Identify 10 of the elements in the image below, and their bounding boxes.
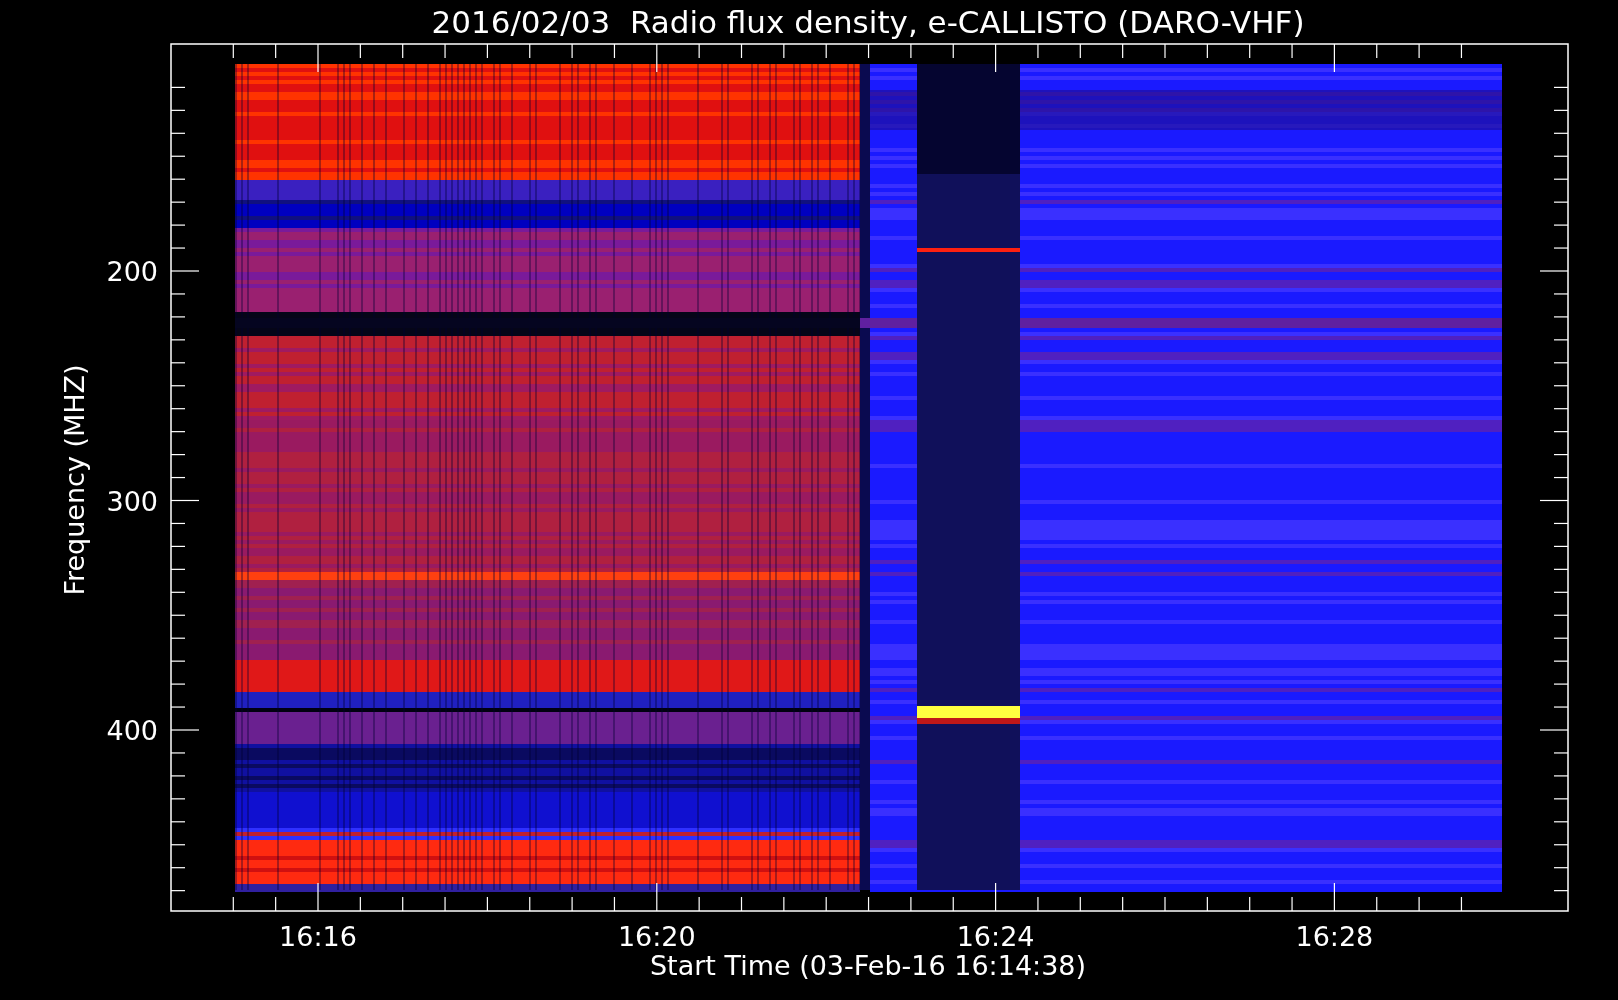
y-axis-label: Frequency (MHZ) [59,364,90,596]
y-tick-label: 200 [106,256,158,287]
y-tick-label: 400 [106,715,158,746]
x-tick-label: 16:24 [956,921,1035,952]
y-tick-label: 300 [106,485,158,517]
x-tick-label: 16:28 [1295,921,1374,952]
x-axis-label: Start Time (03-Feb-16 16:14:38) [649,950,1087,981]
chart-title: 2016/02/03 Radio flux density, e-CALLISTO (DARO-VHF) [431,4,1305,40]
x-tick-label: 16:16 [279,921,357,952]
x-tick-label: 16:20 [617,921,696,952]
